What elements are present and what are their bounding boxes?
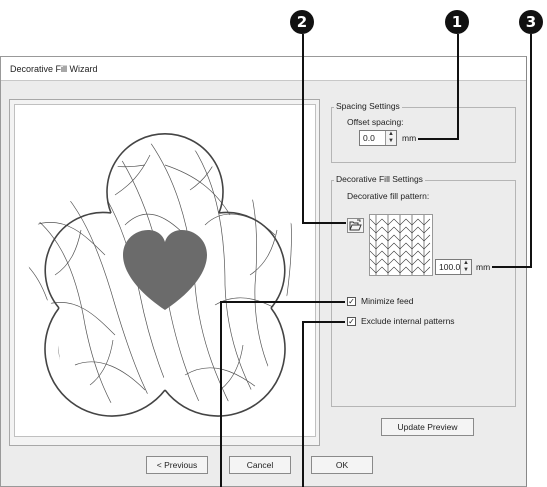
offset-spacing-label: Offset spacing: xyxy=(347,117,404,127)
spacing-settings-title: Spacing Settings xyxy=(334,101,402,111)
offset-unit: mm xyxy=(402,133,417,143)
flower-fill-preview xyxy=(28,133,302,417)
leader-line-exclude-vertical xyxy=(302,321,304,487)
offset-spacing-value: 0.0 xyxy=(363,133,375,143)
callout-1: 1 xyxy=(445,10,469,34)
spin-up-icon[interactable]: ▲ xyxy=(386,131,396,138)
leader-line-minimize-horizontal xyxy=(220,301,345,303)
leader-line-3-horizontal xyxy=(492,266,532,268)
leader-line-2-horizontal xyxy=(302,222,346,224)
update-preview-button[interactable]: Update Preview xyxy=(381,418,474,436)
leader-line-1-vertical xyxy=(457,34,459,140)
ok-button[interactable]: OK xyxy=(311,456,373,474)
callout-2: 2 xyxy=(290,10,314,34)
leader-line-exclude-horizontal xyxy=(302,321,345,323)
spin-down-icon[interactable]: ▼ xyxy=(461,267,471,274)
decorative-fill-pattern-label: Decorative fill pattern: xyxy=(347,191,430,201)
exclude-internal-checkbox[interactable]: ✓ xyxy=(347,317,356,326)
window-title: Decorative Fill Wizard xyxy=(1,57,526,81)
leader-line-minimize-vertical xyxy=(220,301,222,487)
leader-line-3-vertical xyxy=(530,34,532,268)
leaf-pattern-thumbnail xyxy=(370,215,431,275)
previous-button[interactable]: < Previous xyxy=(146,456,208,474)
decorative-fill-title: Decorative Fill Settings xyxy=(334,174,425,184)
callout-3: 3 xyxy=(519,10,543,34)
heart-shape xyxy=(123,230,207,310)
spin-up-icon[interactable]: ▲ xyxy=(461,260,471,267)
minimize-feed-checkbox[interactable]: ✓ xyxy=(347,297,356,306)
pattern-size-unit: mm xyxy=(476,262,491,272)
cancel-button[interactable]: Cancel xyxy=(229,456,291,474)
pattern-preview xyxy=(369,214,433,276)
offset-spacing-input[interactable]: 0.0 ▲ ▼ xyxy=(359,130,397,146)
open-folder-icon xyxy=(349,219,362,231)
offset-spin-buttons[interactable]: ▲ ▼ xyxy=(385,131,396,145)
pattern-size-input[interactable]: 100.0 ▲ ▼ xyxy=(435,259,472,275)
pattern-size-value: 100.0 xyxy=(439,262,461,272)
leader-line-2-vertical xyxy=(302,34,304,224)
pattern-select-button[interactable] xyxy=(347,218,364,233)
exclude-internal-label: Exclude internal patterns xyxy=(361,316,455,326)
spin-down-icon[interactable]: ▼ xyxy=(386,138,396,145)
minimize-feed-label: Minimize feed xyxy=(361,296,414,306)
leader-line-1-horizontal xyxy=(418,138,459,140)
preview-canvas xyxy=(14,104,316,437)
size-spin-buttons[interactable]: ▲ ▼ xyxy=(460,260,471,274)
